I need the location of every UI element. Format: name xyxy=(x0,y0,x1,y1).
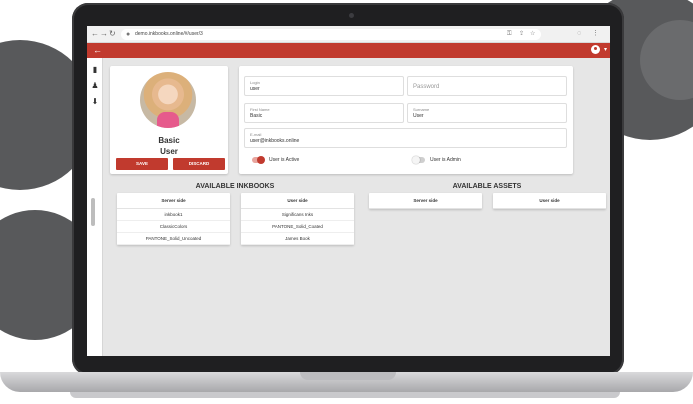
assets-server-list: Server side xyxy=(369,193,482,209)
user-active-toggle[interactable] xyxy=(252,156,265,164)
url-text: demo.inkbooks.online/#/user/3 xyxy=(135,31,203,37)
reload-icon[interactable]: ↻ xyxy=(109,29,116,39)
surname-field[interactable]: Surname User xyxy=(407,103,567,123)
email-field[interactable]: E-mail user@inkbooks.online xyxy=(244,128,567,148)
toggle-knob xyxy=(412,156,420,164)
user-admin-toggle[interactable] xyxy=(412,156,425,164)
address-bar[interactable]: ● demo.inkbooks.online/#/user/3 ⚿ ⇪ ☆ xyxy=(121,29,541,40)
assets-user-header: User side xyxy=(493,193,606,209)
share-icon[interactable]: ⇪ xyxy=(519,30,524,39)
list-item[interactable]: PANTONE_Solid_Uncoated xyxy=(117,233,230,245)
key-icon[interactable]: ⚿ xyxy=(507,30,512,39)
scene: ← → ↻ ● demo.inkbooks.online/#/user/3 ⚿ … xyxy=(0,0,693,404)
email-label: E-mail xyxy=(250,132,262,137)
available-inkbooks-title: AVAILABLE INKBOOKS xyxy=(195,183,275,190)
extension-icon[interactable]: ◌ xyxy=(577,29,581,39)
profile-last-name: User xyxy=(160,147,178,156)
list-item[interactable]: PANTONE_Solid_Coated xyxy=(241,221,354,233)
assets-user-list: User side xyxy=(493,193,606,209)
book-icon[interactable]: ▮ xyxy=(91,66,99,74)
avatar-clothing xyxy=(157,112,179,128)
user-admin-label: User is Admin xyxy=(430,157,461,163)
login-field[interactable]: Login user xyxy=(244,76,404,96)
inkbooks-user-header: User side xyxy=(241,193,354,209)
first-name-field[interactable]: First Name Basic xyxy=(244,103,404,123)
available-assets-title: AVAILABLE ASSETS xyxy=(452,183,522,190)
list-item[interactable]: James Book xyxy=(241,233,354,245)
assets-server-header: Server side xyxy=(369,193,482,209)
email-value: user@inkbooks.online xyxy=(250,138,300,144)
browser-toolbar: ← → ↻ ● demo.inkbooks.online/#/user/3 ⚿ … xyxy=(87,26,610,43)
list-item[interactable]: Significans Inks xyxy=(241,209,354,221)
first-name-label: First Name xyxy=(250,107,270,112)
toggle-knob xyxy=(257,156,265,164)
inkbooks-server-header: Server side xyxy=(117,193,230,209)
login-label: Login xyxy=(250,80,260,85)
users-icon[interactable]: ♟ xyxy=(91,82,99,90)
list-item[interactable]: inkbook1 xyxy=(117,209,230,221)
profile-first-name: Basic xyxy=(158,136,180,145)
inkbooks-user-list: User side Significans Inks PANTONE_Solid… xyxy=(241,193,354,245)
password-placeholder: Password xyxy=(413,84,440,90)
account-circle-icon[interactable] xyxy=(591,45,600,54)
first-name-value: Basic xyxy=(250,113,263,119)
surname-value: User xyxy=(413,113,424,119)
side-rail: ▮ ♟ ⬇ xyxy=(87,58,103,356)
list-item[interactable]: ClassicColors xyxy=(117,221,230,233)
avatar xyxy=(140,72,196,128)
download-icon[interactable]: ⬇ xyxy=(91,98,99,106)
browser-menu-icon[interactable]: ⋮ xyxy=(592,29,599,39)
app-bar: ← ▾ xyxy=(87,43,610,58)
scrollbar[interactable] xyxy=(91,198,95,226)
back-icon[interactable]: ← xyxy=(91,29,99,39)
user-form-card: Login user Password First Name Basic Sur… xyxy=(239,66,573,174)
save-button[interactable]: SAVE xyxy=(116,158,168,170)
profile-card: Basic User SAVE DISCARD xyxy=(110,66,228,174)
surname-label: Surname xyxy=(413,107,430,112)
user-active-label: User is Active xyxy=(269,157,300,163)
lock-icon: ● xyxy=(126,31,131,38)
star-icon[interactable]: ☆ xyxy=(530,30,535,39)
laptop-shadow xyxy=(70,392,620,398)
forward-icon[interactable]: → xyxy=(100,29,108,39)
chevron-down-icon[interactable]: ▾ xyxy=(604,44,607,57)
screen: ← → ↻ ● demo.inkbooks.online/#/user/3 ⚿ … xyxy=(87,26,610,356)
discard-button[interactable]: DISCARD xyxy=(173,158,225,170)
camera xyxy=(349,13,354,18)
inkbooks-server-list: Server side inkbook1 ClassicColors PANTO… xyxy=(117,193,230,245)
login-value: user xyxy=(250,86,260,92)
arrow-left-icon[interactable]: ← xyxy=(93,44,102,57)
password-field[interactable]: Password xyxy=(407,76,567,96)
laptop-notch xyxy=(300,372,396,380)
